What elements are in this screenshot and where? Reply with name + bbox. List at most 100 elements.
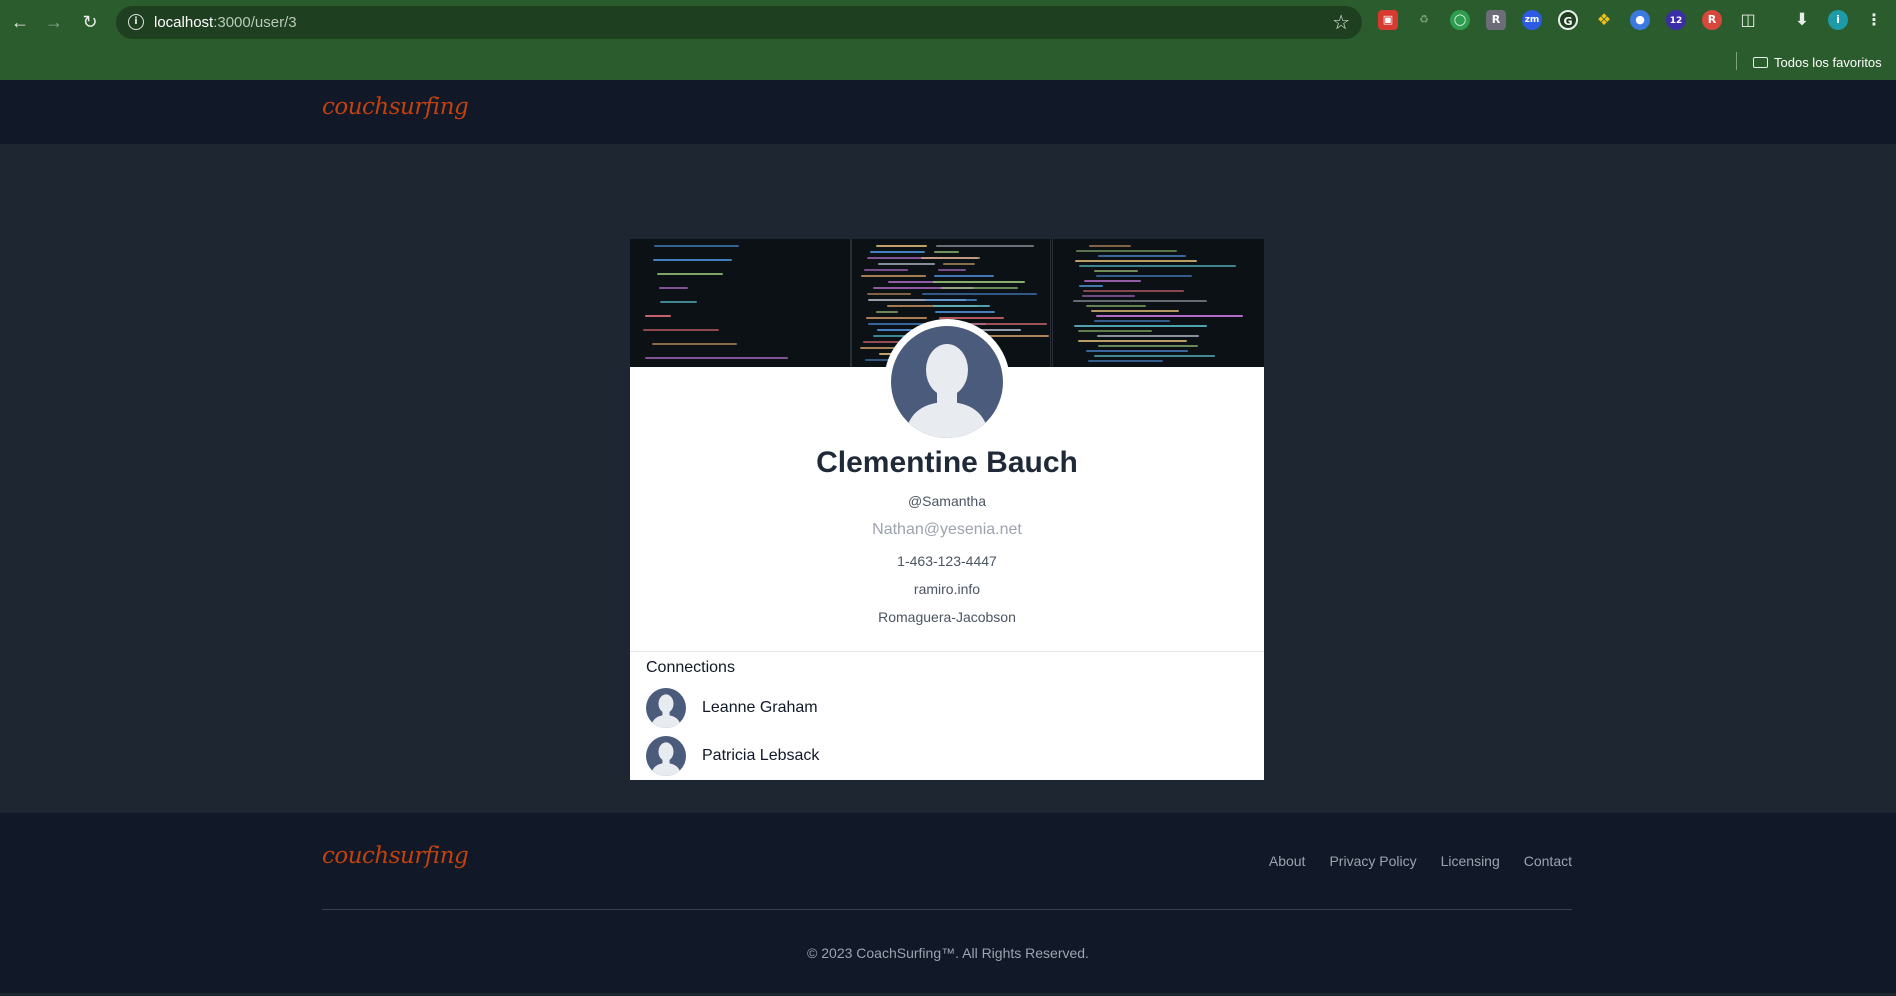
cover-code-line — [888, 281, 935, 283]
extension-badge-icon[interactable]: 12 — [1666, 10, 1686, 30]
cover-code-line — [1082, 295, 1136, 297]
cover-code-line — [1086, 350, 1188, 352]
bookmarks-folder[interactable]: Todos los favoritos — [1753, 52, 1882, 72]
cover-code-line — [936, 245, 1035, 247]
footer-link-contact[interactable]: Contact — [1524, 853, 1572, 869]
cover-code-line — [652, 343, 737, 345]
profile-name: Clementine Bauch — [816, 446, 1078, 479]
forward-icon[interactable]: → — [42, 10, 66, 34]
cover-code-line — [941, 287, 1018, 289]
cover-code-line — [1078, 330, 1152, 332]
connection-name[interactable]: Leanne Graham — [702, 699, 818, 717]
cover-code-line — [1091, 310, 1180, 312]
connection-avatar — [646, 736, 686, 776]
cover-code-line — [1079, 285, 1104, 287]
cover-code-line — [938, 269, 966, 271]
cover-code-line — [645, 357, 789, 359]
footer-logo[interactable]: couchsurfing — [322, 843, 469, 869]
cover-code-line — [1084, 280, 1141, 282]
connection-item[interactable]: Leanne Graham — [646, 688, 1246, 730]
address-bar[interactable]: i localhost:3000/user/3 ☆ — [116, 6, 1362, 39]
connection-name[interactable]: Patricia Lebsack — [702, 747, 819, 765]
cover-code-line — [1094, 320, 1171, 322]
connection-item[interactable]: Patricia Lebsack — [646, 736, 1246, 778]
extension-icon[interactable]: ▣ — [1378, 10, 1398, 30]
profile-card: Clementine Bauch @Samantha Nathan@yeseni… — [630, 239, 1264, 780]
bookmark-star-icon[interactable]: ☆ — [1332, 10, 1350, 35]
profile-website: ramiro.info — [913, 581, 981, 597]
connection-avatar — [646, 688, 686, 728]
cover-code-line — [643, 329, 720, 331]
extension-target-icon[interactable]: ◯ — [1450, 10, 1470, 30]
cover-code-line — [1083, 290, 1185, 292]
footer-divider — [322, 909, 1572, 910]
browser-chrome: ← → ↻ i localhost:3000/user/3 ☆ ▣ ♻ ◯ R … — [0, 0, 1896, 80]
cover-code-line — [864, 269, 908, 271]
extension-g-icon[interactable]: G — [1558, 10, 1578, 30]
cover-code-line — [1074, 325, 1207, 327]
bookmarks-separator — [1736, 52, 1737, 70]
extension-zm-icon[interactable]: zm — [1522, 10, 1542, 30]
footer-link-about[interactable]: About — [1269, 853, 1306, 869]
cover-code-line — [1089, 245, 1131, 247]
extension-globe-icon[interactable]: ● — [1630, 10, 1650, 30]
extension-badge-count: 12 — [1669, 16, 1683, 26]
cover-code-line — [866, 317, 927, 319]
app-header: couchsurfing — [0, 80, 1896, 144]
cover-code-line — [1097, 335, 1200, 337]
cover-code-line — [921, 257, 980, 259]
bookmarks-folder-label: Todos los favoritos — [1774, 54, 1882, 70]
cover-code-line — [1088, 360, 1163, 362]
cover-code-line — [1073, 300, 1208, 302]
profile-company: Romaguera-Jacobson — [878, 609, 1016, 625]
cover-code-line — [878, 263, 935, 265]
cover-code-line — [861, 275, 926, 277]
site-info-icon[interactable]: i — [128, 14, 144, 30]
address-url[interactable]: localhost:3000/user/3 — [154, 14, 297, 31]
footer-link-privacy[interactable]: Privacy Policy — [1329, 853, 1416, 869]
url-path: :3000/user/3 — [213, 14, 297, 31]
cover-code-line — [922, 293, 1038, 295]
cover-code-line — [943, 263, 975, 265]
profile-avatar-large — [884, 319, 1010, 445]
cover-code-line — [659, 287, 688, 289]
user-silhouette-icon — [891, 326, 1003, 438]
cover-code-line — [1094, 270, 1139, 272]
folder-icon — [1753, 56, 1768, 68]
cover-code-line — [653, 259, 733, 261]
download-icon[interactable]: ⬇ — [1792, 10, 1812, 30]
cover-code-line — [1098, 345, 1199, 347]
cover-code-line — [1079, 265, 1237, 267]
back-icon[interactable]: ← — [8, 10, 32, 34]
header-logo[interactable]: couchsurfing — [322, 94, 469, 120]
footer-copyright: © 2023 CoachSurfing™. All Rights Reserve… — [807, 945, 1089, 961]
cover-code-line — [1094, 355, 1216, 357]
cover-code-line — [876, 245, 928, 247]
footer-links: About Privacy Policy Licensing Contact — [1269, 853, 1572, 869]
profile-initial: i — [1836, 13, 1840, 26]
cover-code-line — [1086, 305, 1147, 307]
cover-code-line — [1098, 255, 1186, 257]
connections-title: Connections — [646, 659, 735, 676]
profile-phone: 1-463-123-4447 — [897, 553, 997, 569]
extensions-puzzle-icon[interactable]: ◫ — [1738, 10, 1758, 30]
cover-divider — [1052, 239, 1053, 367]
cover-code-line — [660, 301, 698, 303]
reload-icon[interactable]: ↻ — [78, 10, 102, 34]
cover-code-line — [934, 251, 959, 253]
profile-username: @Samantha — [907, 493, 987, 509]
cover-code-line — [1076, 250, 1178, 252]
cover-code-line — [935, 311, 996, 313]
cover-divider — [850, 239, 852, 367]
footer-link-licensing[interactable]: Licensing — [1441, 853, 1500, 869]
extension-red-icon[interactable]: R — [1702, 10, 1722, 30]
bookmarks-bar: Todos los favoritos — [0, 44, 1896, 80]
cover-code-line — [1096, 315, 1244, 317]
cover-code-line — [933, 305, 990, 307]
extension-r-icon[interactable]: R — [1486, 10, 1506, 30]
profile-avatar[interactable]: i — [1828, 10, 1848, 30]
extension-color-icon[interactable]: ❖ — [1594, 10, 1614, 30]
browser-menu-icon[interactable]: ⋮ — [1864, 10, 1884, 30]
url-host: localhost — [154, 14, 214, 31]
extension-recycle-icon[interactable]: ♻ — [1414, 10, 1434, 30]
